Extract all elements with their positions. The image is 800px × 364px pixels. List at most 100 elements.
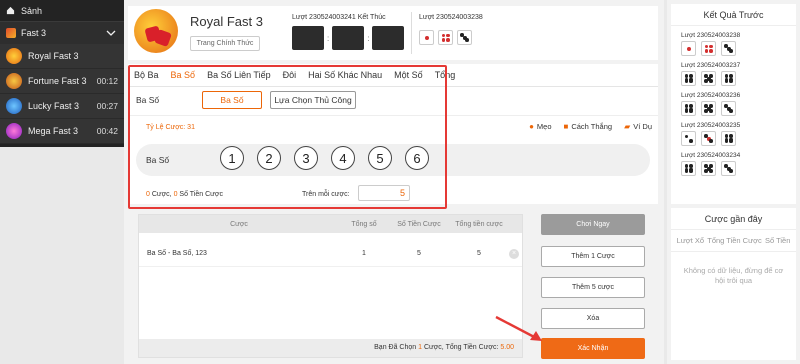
col-total-bet: Tổng Tiền Cược (707, 236, 762, 245)
home-icon (6, 6, 15, 15)
confirm-button[interactable]: Xác Nhận (541, 338, 645, 359)
current-round-text: Lượt 230524003238 (419, 14, 483, 21)
table-footer: Bạn Đã Chọn 1 Cược, Tổng Tiền Cược: 5.00 (139, 339, 522, 357)
col-round: Lượt Xổ (676, 236, 705, 245)
recent-bets: Cược gần đây Lượt Xổ Tổng Tiền Cược Số T… (671, 208, 796, 360)
add-1-bet-button[interactable]: Thêm 1 Cược (541, 246, 645, 267)
result-round: Lượt 230524003238 (681, 32, 741, 39)
die-two-icon (681, 131, 696, 146)
result-slot (332, 26, 365, 50)
sidebar-home[interactable]: Sảnh (0, 0, 124, 22)
example-link[interactable]: ▰ Ví Dụ (624, 122, 652, 131)
game-timer: 00:42 (96, 126, 118, 136)
row-amount: 5 (417, 250, 421, 257)
home-label: Sảnh (21, 5, 43, 16)
add-5-bets-button[interactable]: Thêm 5 cược (541, 277, 645, 298)
result-round: Lượt 230524003234 (681, 152, 741, 159)
slot-separator: : (367, 33, 370, 43)
result-slot (372, 26, 405, 50)
game-timer: 00:27 (96, 101, 118, 111)
col-win-amount: Số Tiền (764, 236, 791, 245)
result-round: Lượt 230524003237 (681, 62, 741, 69)
previous-round-text: Lượt 230524003241 Kết Thúc (292, 14, 386, 21)
game-timer: 00:12 (96, 76, 118, 86)
previous-results-title: Kết Quả Trước (671, 4, 796, 26)
result-item: Lượt 230524003237 (671, 62, 796, 86)
sidebar: Sảnh Fast 3 Royal Fast 3 Fortune Fast 3 … (0, 0, 124, 364)
help-links: ● Mẹo ■ Cách Thắng ▰ Ví Dụ (529, 122, 652, 131)
die-three-icon (701, 131, 716, 146)
remove-row-icon[interactable]: × (509, 248, 519, 259)
result-item: Lượt 230524003238 (671, 32, 796, 56)
die-three-icon (457, 30, 472, 45)
result-round: Lượt 230524003235 (681, 122, 741, 129)
col-amount: Số Tiền Cược (397, 220, 441, 228)
result-slot (292, 26, 324, 50)
document-icon: ■ (563, 122, 569, 131)
col-bet: Cược (230, 220, 248, 228)
sidebar-item-mega-fast3[interactable]: Mega Fast 3 00:42 (0, 119, 124, 144)
footer-text: Bạn Đã Chọn (374, 344, 419, 351)
footer-text: Cược, Tổng Tiền Cược: (422, 344, 501, 351)
row-bet: Ba Số - Ba Số, 123 (147, 250, 207, 257)
game-label: Royal Fast 3 (28, 51, 79, 61)
sidebar-item-royal-fast3[interactable]: Royal Fast 3 (0, 44, 124, 69)
slot-separator: : (327, 33, 330, 43)
play-now-button[interactable]: Chơi Ngay (541, 214, 645, 235)
empty-message: Không có dữ liệu, đừng để cơ hội trôi qu… (683, 266, 784, 285)
die-five-icon (701, 101, 716, 116)
result-round: Lượt 230524003236 (681, 92, 741, 99)
die-six-icon (681, 161, 696, 176)
folder-icon: ▰ (624, 122, 631, 131)
tip-label: Mẹo (536, 122, 552, 131)
lightbulb-icon: ● (529, 122, 534, 131)
arrow-annotation-icon (495, 315, 542, 341)
delete-button[interactable]: Xóa (541, 308, 645, 329)
row-total: 5 (477, 250, 481, 257)
die-six-icon (681, 71, 696, 86)
die-five-icon (701, 161, 716, 176)
footer-total: 5.00 (500, 344, 514, 351)
lucky-fast3-icon (6, 98, 22, 114)
example-label: Ví Dụ (633, 122, 652, 131)
tip-link[interactable]: ● Mẹo (529, 122, 551, 131)
die-five-icon (701, 71, 716, 86)
game-label: Lucky Fast 3 (28, 101, 80, 111)
sidebar-category-fast3[interactable]: Fast 3 (0, 22, 124, 44)
how-to-win-link[interactable]: ■ Cách Thắng (564, 122, 613, 131)
die-one-icon (419, 30, 434, 45)
die-six-icon (681, 101, 696, 116)
official-home-button[interactable]: Trang Chính Thức (190, 36, 260, 51)
die-three-icon (721, 101, 736, 116)
table-row: Ba Số - Ba Số, 123 1 5 5 × (139, 241, 522, 267)
result-slots: : : (292, 26, 405, 50)
die-three-icon (721, 41, 736, 56)
die-six-icon (721, 131, 736, 146)
die-one-icon (681, 41, 696, 56)
table-header: Cược Tổng số Số Tiền Cược Tổng tiền cược (139, 215, 522, 233)
recent-bets-title: Cược gần đây (671, 208, 796, 230)
royal-fast3-icon (6, 48, 22, 64)
result-item: Lượt 230524003235 (671, 122, 796, 146)
mega-fast3-icon (6, 123, 22, 139)
royal-fast3-logo (134, 9, 178, 53)
col-total: Tổng tiền cược (455, 220, 503, 228)
die-four-icon (438, 30, 453, 45)
fast3-category-icon (6, 28, 16, 38)
sidebar-item-lucky-fast3[interactable]: Lucky Fast 3 00:27 (0, 94, 124, 119)
result-item: Lượt 230524003236 (671, 92, 796, 116)
fortune-fast3-icon (6, 73, 22, 89)
col-count: Tổng số (351, 220, 377, 228)
result-item: Lượt 230524003234 (671, 152, 796, 176)
highlight-box (128, 65, 447, 209)
game-header: Royal Fast 3 Trang Chính Thức Lượt 23052… (128, 6, 658, 60)
die-four-icon (701, 41, 716, 56)
game-label: Fortune Fast 3 (28, 76, 87, 86)
right-panel: Kết Quả Trước Lượt 230524003238 Lượt 230… (667, 0, 800, 364)
sidebar-item-fortune-fast3[interactable]: Fortune Fast 3 00:12 (0, 69, 124, 94)
chevron-down-icon (106, 30, 116, 36)
game-label: Mega Fast 3 (28, 126, 79, 136)
row-count: 1 (362, 250, 366, 257)
die-three-icon (721, 161, 736, 176)
recent-bets-columns: Lượt Xổ Tổng Tiền Cược Số Tiền (671, 230, 796, 252)
